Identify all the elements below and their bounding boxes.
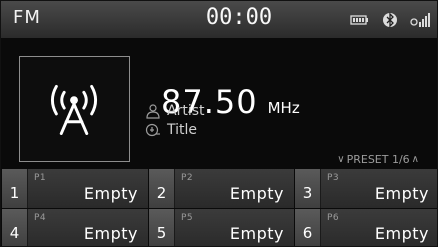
preset-label: Empty	[374, 224, 429, 243]
preset-label: Empty	[229, 184, 284, 203]
preset-number: 1	[9, 184, 20, 202]
station-art	[19, 56, 130, 162]
frequency-unit: MHz	[267, 99, 300, 117]
preset-button-5[interactable]: 5 P5 Empty	[148, 208, 294, 246]
preset-code: P3	[327, 173, 340, 183]
preset-number-box: 2	[149, 169, 175, 208]
now-playing-panel: 87.50 MHz	[1, 39, 437, 168]
title-row: Title	[145, 120, 197, 140]
preset-number-box: 6	[295, 209, 321, 246]
preset-button-6[interactable]: 6 P6 Empty	[294, 208, 437, 246]
preset-button-3[interactable]: 3 P3 Empty	[294, 168, 437, 208]
preset-number-box: 5	[149, 209, 175, 246]
preset-code: P1	[34, 173, 47, 183]
preset-label: Empty	[83, 224, 138, 243]
preset-page-label: PRESET 1/6	[346, 153, 410, 166]
preset-label: Empty	[229, 224, 284, 243]
preset-grid: 1 P1 Empty 2 P2 Empty 3 P3 Empty 4 P4 Em…	[1, 168, 437, 246]
preset-code: P6	[327, 213, 340, 223]
preset-number: 2	[156, 184, 167, 202]
chevron-down-icon[interactable]: ∨	[337, 154, 344, 165]
title-icon	[145, 122, 161, 138]
bluetooth-icon	[379, 11, 401, 29]
preset-button-4[interactable]: 4 P4 Empty	[1, 208, 148, 246]
preset-page-indicator[interactable]: ∨ PRESET 1/6 ∧	[337, 153, 419, 166]
title-label: Title	[167, 122, 198, 138]
source-mode-label: FM	[13, 7, 41, 28]
status-bar: FM 00:00	[1, 1, 437, 39]
signal-strength-icon	[409, 11, 431, 29]
preset-code: P2	[181, 173, 194, 183]
artist-label: Artist	[167, 103, 205, 119]
radio-antenna-icon	[50, 84, 98, 135]
preset-number-box: 3	[295, 169, 321, 208]
preset-label: Empty	[83, 184, 138, 203]
artist-icon	[145, 103, 161, 119]
preset-button-1[interactable]: 1 P1 Empty	[1, 168, 148, 208]
preset-button-2[interactable]: 2 P2 Empty	[148, 168, 294, 208]
chevron-up-icon[interactable]: ∧	[412, 154, 419, 165]
artist-row: Artist	[145, 101, 205, 121]
battery-icon	[349, 11, 371, 29]
preset-number-box: 4	[2, 209, 28, 246]
clock: 00:00	[205, 5, 273, 30]
preset-code: P5	[181, 213, 194, 223]
preset-number: 5	[156, 224, 167, 242]
preset-code: P4	[34, 213, 47, 223]
preset-number: 6	[302, 224, 313, 242]
radio-screen: FM 00:00 87.50 MHz Artist Title ∨ PRESET…	[0, 0, 438, 247]
status-icons	[349, 11, 431, 29]
preset-number: 4	[9, 224, 20, 242]
preset-label: Empty	[374, 184, 429, 203]
preset-number-box: 1	[2, 169, 28, 208]
preset-number: 3	[302, 184, 313, 202]
